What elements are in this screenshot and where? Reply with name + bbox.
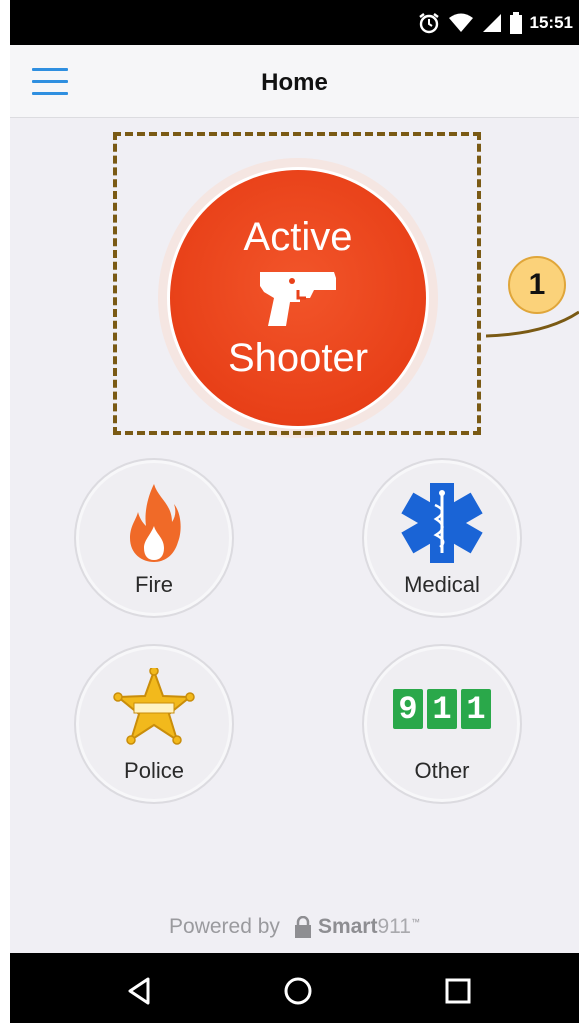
911-digit: 1 <box>461 689 491 729</box>
status-time: 15:51 <box>529 12 573 32</box>
911-digit: 1 <box>427 689 457 729</box>
wifi-icon <box>448 13 473 32</box>
status-bar: 15:51 <box>10 0 579 45</box>
alarm-icon <box>418 12 439 33</box>
fire-button[interactable]: Fire <box>74 458 234 618</box>
other-button[interactable]: 9 1 1 Other <box>362 644 522 804</box>
battery-icon <box>509 11 522 34</box>
medical-button[interactable]: Medical <box>362 458 522 618</box>
star-of-life-icon <box>401 483 483 563</box>
911-icon: 9 1 1 <box>393 689 491 729</box>
police-button[interactable]: Police <box>74 644 234 804</box>
navigation-bar <box>10 953 579 1023</box>
app-bar: Home <box>10 45 579 118</box>
fire-label: Fire <box>135 572 173 597</box>
powered-by-text: Powered by <box>169 915 280 938</box>
home-icon[interactable] <box>280 973 316 1009</box>
911-digit: 9 <box>393 689 423 729</box>
back-icon[interactable] <box>122 973 158 1009</box>
other-label: Other <box>414 758 470 783</box>
medical-label: Medical <box>404 572 480 597</box>
smart911-brand: Smart <box>317 915 378 938</box>
page-title: Home <box>261 69 328 96</box>
signal-icon <box>482 13 501 32</box>
police-label: Police <box>124 758 184 783</box>
police-badge-icon <box>113 668 195 745</box>
annotation-highlight-box <box>113 132 481 435</box>
powered-by-footer: Powered by Smart911™ <box>10 915 579 939</box>
phone-screen: 15:51 Home Active Shooter 1 Fire Medical… <box>10 0 579 1023</box>
smart911-brand-number: 911 <box>377 915 411 938</box>
trademark-mark: ™ <box>410 917 420 927</box>
recents-icon[interactable] <box>440 973 476 1009</box>
lock-icon <box>294 916 311 938</box>
annotation-callout-badge: 1 <box>508 256 566 314</box>
flame-icon <box>130 484 181 562</box>
